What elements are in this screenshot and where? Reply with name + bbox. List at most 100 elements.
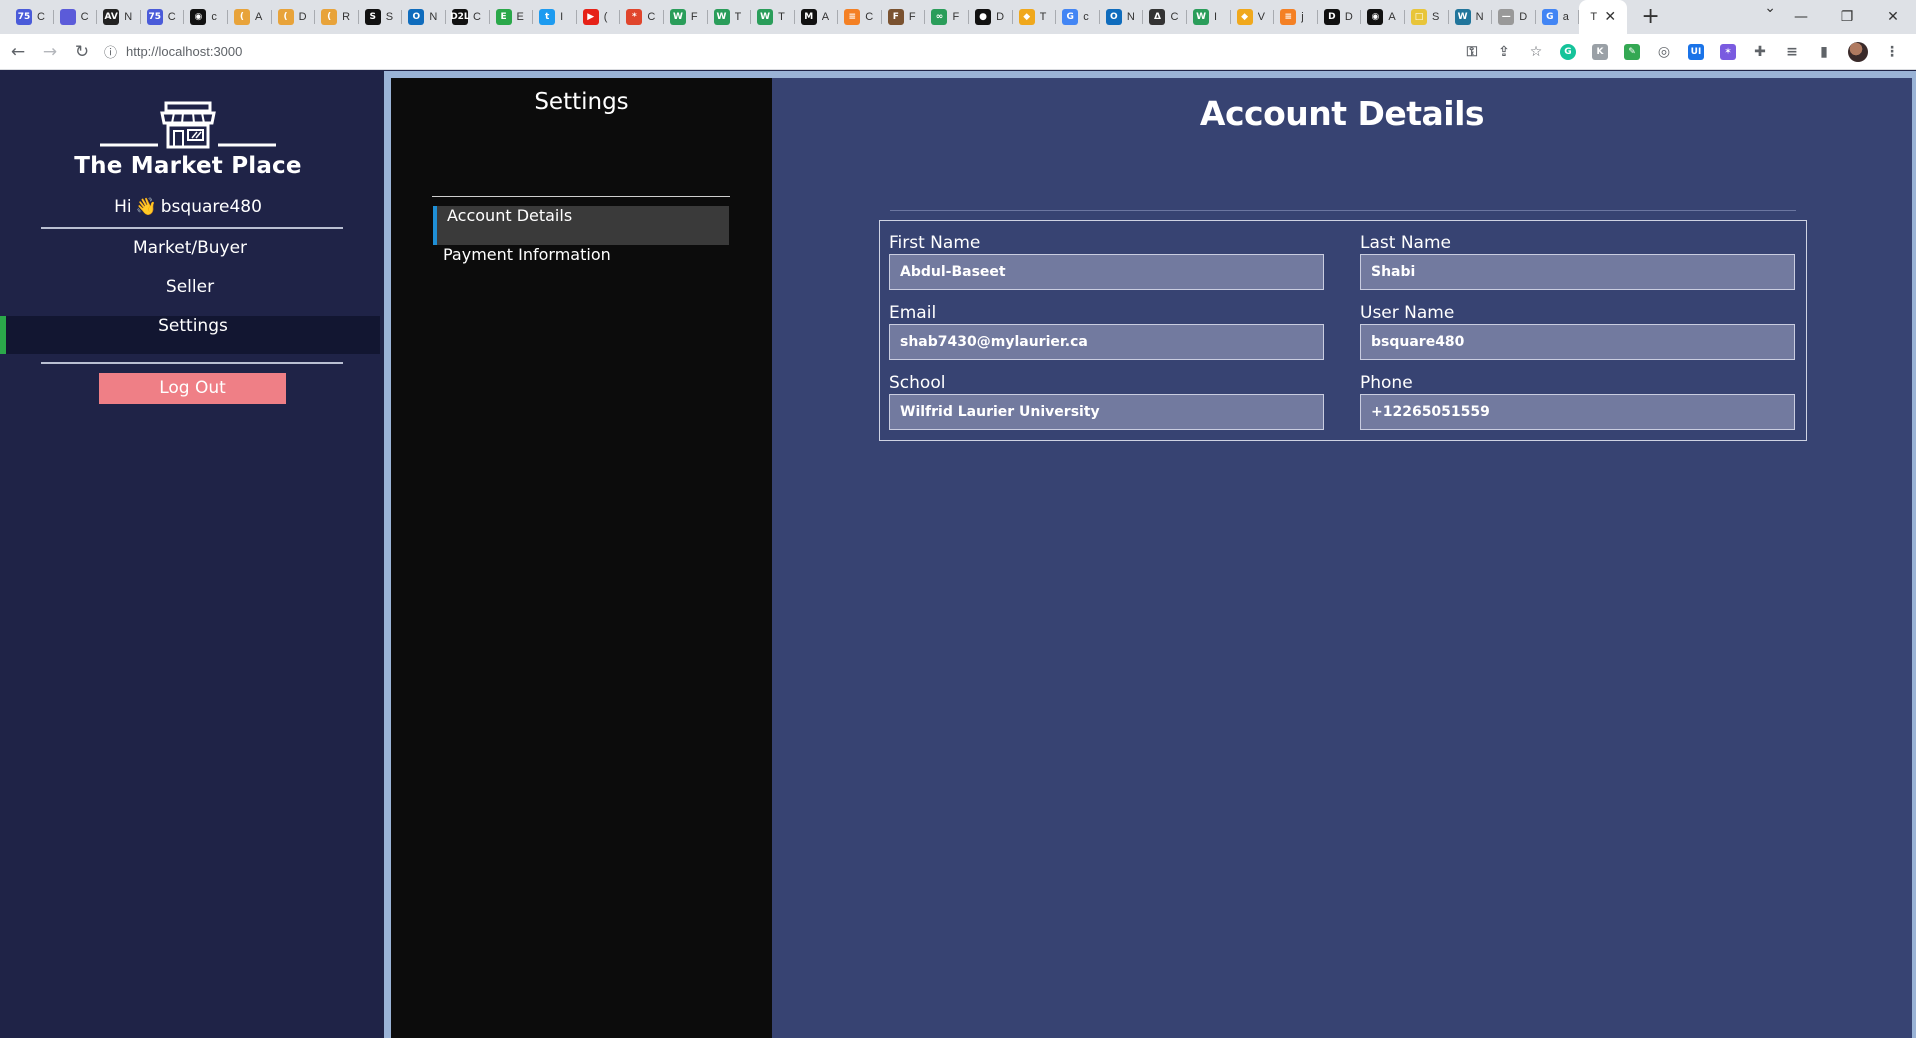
browser-tab[interactable]: 75 C	[141, 0, 185, 34]
bookmark-star-icon[interactable]: ☆	[1528, 44, 1544, 60]
menu-kebab-icon[interactable]: ⋮	[1884, 44, 1900, 60]
browser-tab-active[interactable]: T ✕	[1579, 0, 1628, 34]
browser-tab[interactable]: ▶(	[577, 0, 621, 34]
browser-tab[interactable]: AV N	[97, 0, 141, 34]
key-icon[interactable]: ⚿	[1464, 44, 1480, 60]
browser-tab[interactable]: □ S	[1405, 0, 1449, 34]
browser-tab[interactable]: * C	[620, 0, 664, 34]
tab-favicon-icon: M	[800, 9, 817, 25]
first-name-label: First Name	[889, 233, 981, 253]
browser-tab[interactable]: C	[54, 0, 98, 34]
browser-tab-title: a	[1562, 11, 1569, 23]
browser-tab[interactable]: Ga	[1536, 0, 1580, 34]
browser-tab[interactable]: SS	[359, 0, 403, 34]
browser-tab-title: S	[1432, 11, 1440, 23]
browser-tab[interactable]: ◆ V	[1231, 0, 1275, 34]
sidebar-item-settings[interactable]: Settings	[0, 316, 380, 354]
window-controls: — ❐ ✕	[1778, 0, 1916, 34]
extensions-area: ⚿ ⇪ ☆ G K ✎ ◎ UI ✶ ✚ ≡ ▮ ⋮	[1456, 34, 1908, 70]
page-title: Account Details	[1199, 94, 1485, 133]
browser-tab[interactable]: (A	[228, 0, 272, 34]
browser-tab[interactable]: — D	[1492, 0, 1536, 34]
browser-tab-title: I	[1214, 11, 1218, 23]
extension-eyedropper-icon[interactable]: ✎	[1624, 44, 1640, 60]
extension-circle-icon[interactable]: ◎	[1656, 44, 1672, 60]
tab-favicon-icon: (	[277, 9, 294, 25]
sidebar-item-seller[interactable]: Seller	[0, 277, 380, 315]
browser-tab[interactable]: ON	[402, 0, 446, 34]
browser-tab-title: C	[167, 11, 176, 23]
browser-tab-title: T	[1590, 11, 1598, 23]
browser-tab[interactable]: DD	[1318, 0, 1362, 34]
sidebar-item-market-buyer[interactable]: Market/Buyer	[0, 238, 380, 276]
browser-tab[interactable]: Gc	[1056, 0, 1100, 34]
email-field[interactable]	[889, 324, 1324, 360]
browser-tab[interactable]: WF	[664, 0, 708, 34]
browser-tab[interactable]: ≡ C	[838, 0, 882, 34]
address-bar[interactable]: ⓘ http://localhost:3000	[104, 38, 242, 66]
phone-field[interactable]	[1360, 394, 1795, 430]
sidebar: The Market Place Hi 👋 bsquare480 Market/…	[0, 71, 384, 1038]
tab-favicon-icon: (	[321, 9, 338, 25]
close-window-icon[interactable]: ✕	[1870, 9, 1916, 25]
browser-tab-title: C	[1170, 11, 1179, 23]
browser-tab[interactable]: ≡ j	[1274, 0, 1318, 34]
profile-avatar[interactable]	[1848, 42, 1868, 62]
user-name-field[interactable]	[1360, 324, 1795, 360]
browser-tab[interactable]: EE	[490, 0, 534, 34]
settings-item-payment-information[interactable]: Payment Information	[433, 245, 729, 284]
reading-list-icon[interactable]: ≡	[1784, 44, 1800, 60]
browser-tab[interactable]: WT	[708, 0, 752, 34]
browser-tab[interactable]: ∞ F	[925, 0, 969, 34]
waving-hand-icon: 👋	[135, 197, 157, 217]
browser-tab[interactable]: ΔC	[1143, 0, 1187, 34]
tab-favicon-icon: Δ	[1149, 9, 1166, 25]
browser-tab-title: (	[603, 11, 608, 23]
school-field[interactable]	[889, 394, 1324, 430]
tab-search-icon[interactable]: ⌄	[1764, 0, 1776, 16]
email-group: Email	[889, 302, 1324, 360]
browser-tab[interactable]: ● D	[969, 0, 1013, 34]
minimize-icon[interactable]: —	[1778, 9, 1824, 25]
tab-favicon-icon: □	[1411, 9, 1427, 25]
browser-tab[interactable]: ◉ A	[1361, 0, 1405, 34]
browser-tab[interactable]: tI	[533, 0, 577, 34]
extensions-puzzle-icon[interactable]: ✚	[1752, 44, 1768, 60]
browser-tab[interactable]: ◉ c	[184, 0, 228, 34]
browser-tab[interactable]: WN	[1449, 0, 1493, 34]
restore-icon[interactable]: ❐	[1824, 9, 1870, 25]
browser-tab-title: D	[1344, 11, 1353, 23]
close-tab-icon[interactable]: ✕	[1604, 9, 1616, 25]
browser-tab-title: S	[385, 11, 394, 23]
first-name-field[interactable]	[889, 254, 1324, 290]
browser-tab[interactable]: WT	[751, 0, 795, 34]
new-tab-icon[interactable]: +	[1641, 0, 1659, 34]
tab-favicon-icon: ●	[975, 9, 992, 25]
share-icon[interactable]: ⇪	[1496, 44, 1512, 60]
browser-tab[interactable]: ◆ T	[1013, 0, 1057, 34]
browser-tab[interactable]: 75 C	[10, 0, 54, 34]
grammarly-icon[interactable]: G	[1560, 44, 1576, 60]
side-panel-icon[interactable]: ▮	[1816, 44, 1832, 60]
reload-icon[interactable]: ↻	[68, 42, 96, 62]
browser-tab[interactable]: MA	[795, 0, 839, 34]
extension-puzzle-badge-icon[interactable]: ✶	[1720, 44, 1736, 60]
settings-item-account-details[interactable]: Account Details	[433, 206, 729, 245]
forward-icon[interactable]: →	[36, 42, 64, 62]
browser-tab[interactable]: D2L C	[446, 0, 490, 34]
extension-ui-icon[interactable]: UI	[1688, 44, 1704, 60]
extension-k-icon[interactable]: K	[1592, 44, 1608, 60]
browser-tab[interactable]: WI	[1187, 0, 1231, 34]
logout-button[interactable]: Log Out	[99, 373, 286, 404]
last-name-field[interactable]	[1360, 254, 1795, 290]
site-info-icon[interactable]: ⓘ	[104, 42, 126, 61]
back-icon[interactable]: ←	[4, 42, 32, 62]
browser-tab[interactable]: FF	[882, 0, 926, 34]
browser-tab[interactable]: ON	[1100, 0, 1144, 34]
url-text[interactable]: http://localhost:3000	[126, 44, 242, 59]
tab-favicon-icon: —	[1498, 9, 1515, 25]
browser-tab[interactable]: (R	[315, 0, 359, 34]
browser-tab[interactable]: (D	[272, 0, 316, 34]
browser-tab-title: D	[1519, 11, 1528, 23]
browser-tab-title: F	[952, 11, 960, 23]
